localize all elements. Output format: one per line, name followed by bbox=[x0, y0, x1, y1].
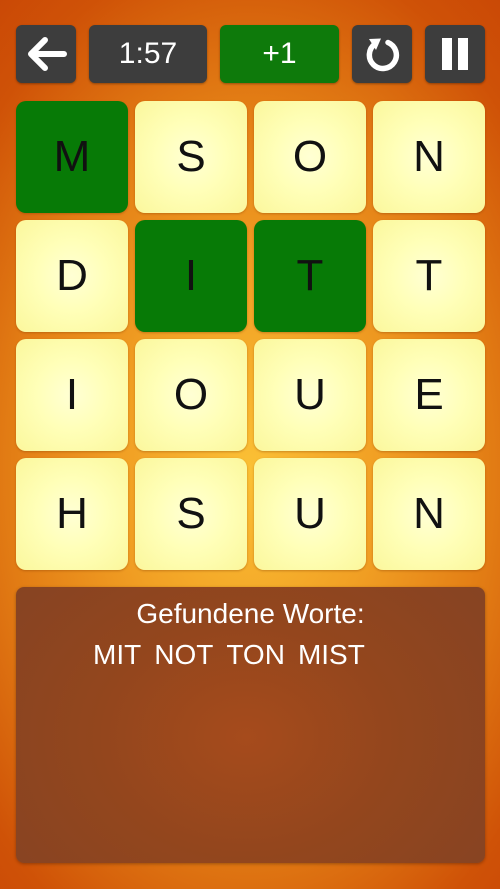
found-word: MIST bbox=[297, 639, 365, 670]
found-words-panel: Gefundene Worte: MIT NOT TON MIST bbox=[16, 587, 485, 863]
letter-tile[interactable]: U bbox=[254, 339, 366, 451]
letter-tile[interactable]: H bbox=[16, 458, 128, 570]
top-bar: 1:57 +1 bbox=[0, 0, 500, 90]
pause-button[interactable] bbox=[425, 25, 485, 83]
found-word: NOT bbox=[154, 639, 214, 670]
arrow-left-icon bbox=[28, 37, 67, 71]
letter-tile[interactable]: T bbox=[254, 220, 366, 332]
letter-tile[interactable]: I bbox=[16, 339, 128, 451]
letter-grid: MSONDITTIOUEHSUN bbox=[16, 101, 485, 570]
letter-tile[interactable]: U bbox=[254, 458, 366, 570]
letter-tile[interactable]: N bbox=[373, 101, 485, 213]
letter-tile[interactable]: E bbox=[373, 339, 485, 451]
found-word: TON bbox=[226, 639, 285, 670]
found-words-title: Gefundene Worte: bbox=[136, 598, 365, 629]
letter-tile[interactable]: S bbox=[135, 458, 247, 570]
back-button[interactable] bbox=[16, 25, 76, 83]
rotate-icon bbox=[366, 38, 400, 72]
letter-tile[interactable]: T bbox=[373, 220, 485, 332]
letter-tile[interactable]: M bbox=[16, 101, 128, 213]
letter-tile[interactable]: N bbox=[373, 458, 485, 570]
found-word: MIT bbox=[93, 639, 142, 670]
letter-tile[interactable]: D bbox=[16, 220, 128, 332]
pause-icon bbox=[442, 38, 468, 70]
found-words-list: MIT NOT TON MIST bbox=[93, 637, 378, 673]
letter-tile[interactable]: S bbox=[135, 101, 247, 213]
timer-display: 1:57 bbox=[89, 25, 207, 83]
letter-tile[interactable]: O bbox=[135, 339, 247, 451]
letter-tile[interactable]: I bbox=[135, 220, 247, 332]
score-delta-badge: +1 bbox=[220, 25, 339, 83]
letter-tile[interactable]: O bbox=[254, 101, 366, 213]
restart-button[interactable] bbox=[352, 25, 412, 83]
